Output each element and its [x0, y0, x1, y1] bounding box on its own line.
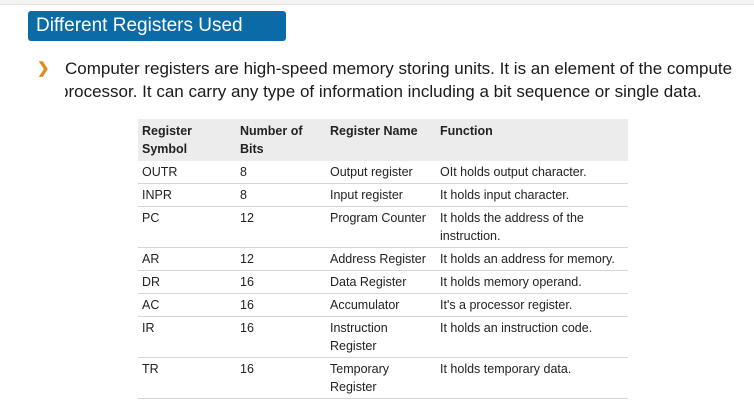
cell-function: It holds input character. — [440, 188, 570, 202]
cell-function: It holds an address for memory. — [440, 252, 615, 266]
cell-function: OIt holds output character. — [440, 165, 587, 179]
cell-number-of-bits: 16 — [240, 275, 254, 289]
cell-register-symbol: PC — [142, 211, 160, 225]
title-banner: Different Registers Used — [28, 11, 286, 41]
cell-number-of-bits: 12 — [240, 252, 254, 266]
header-number-of-bits: Number of Bits — [240, 124, 303, 156]
cell-number-of-bits: 8 — [240, 165, 247, 179]
cell-number-of-bits: 8 — [240, 188, 247, 202]
table-row: DR 16 Data Register It holds memory operand… — [138, 271, 628, 294]
table-row: INPR 8 Input register It holds input charac… — [138, 184, 628, 207]
cell-register-name: Output register — [330, 165, 413, 179]
header-function: Function — [440, 124, 493, 138]
cell-number-of-bits: 16 — [240, 298, 254, 312]
table-row: PC 12 Program Counter It holds the address … — [138, 207, 628, 248]
cell-register-name: Program Counter — [330, 211, 426, 225]
cell-register-name: Data Register — [330, 275, 407, 289]
cell-number-of-bits: 16 — [240, 321, 254, 335]
table-row: OUTR 8 Output register OIt holds output cha… — [138, 161, 628, 184]
cell-register-symbol: DR — [142, 275, 161, 289]
cell-register-symbol: AR — [142, 252, 160, 266]
cell-function: It holds an instruction code. — [440, 321, 593, 335]
cell-register-symbol: TR — [142, 362, 159, 376]
table-row: TR 16 Temporary Register It holds temporary … — [138, 358, 628, 399]
cell-register-name: Input register — [330, 188, 403, 202]
cell-register-symbol: AC — [142, 298, 160, 312]
cell-function: It holds the address of the instruction. — [440, 211, 584, 243]
cell-function: It's a processor register. — [440, 298, 573, 312]
cell-number-of-bits: 12 — [240, 211, 254, 225]
cell-function: It holds memory operand. — [440, 275, 582, 289]
paragraph-line-2: processor. It can carry any type of info… — [65, 82, 702, 101]
paragraph-line-1: Computer registers are high-speed memory… — [65, 59, 733, 78]
page-title: Different Registers Used — [36, 15, 243, 36]
cell-register-name: Accumulator — [330, 298, 400, 312]
table-body: OUTR 8 Output register OIt holds output cha… — [138, 161, 628, 399]
cell-number-of-bits: 16 — [240, 362, 254, 376]
cell-register-name: Instruction Register — [330, 321, 388, 353]
table-row: IR 16 Instruction Register It holds an instr… — [138, 317, 628, 358]
header-register-name: Register Name — [330, 124, 418, 138]
table-row: AR 12 Address Register It holds an address … — [138, 248, 628, 271]
cell-function: It holds temporary data. — [440, 362, 572, 376]
header-register-symbol: Register Symbol — [142, 124, 193, 156]
cell-register-name: Address Register — [330, 252, 426, 266]
registers-table: Register Symbol Number of Bits Register … — [138, 119, 628, 399]
cell-register-symbol: INPR — [142, 188, 172, 202]
cell-register-name: Temporary Register — [330, 362, 390, 394]
cell-register-symbol: IR — [142, 321, 155, 335]
table-row: AC 16 Accumulator It's a processor register… — [138, 294, 628, 317]
table-header-row: Register Symbol Number of Bits Register … — [138, 119, 628, 161]
cell-register-symbol: OUTR — [142, 165, 178, 179]
intro-paragraph: Computer registers are high-speed memory… — [65, 57, 754, 103]
top-divider — [0, 0, 754, 5]
chevron-bullet-icon: ❯ — [37, 60, 50, 77]
